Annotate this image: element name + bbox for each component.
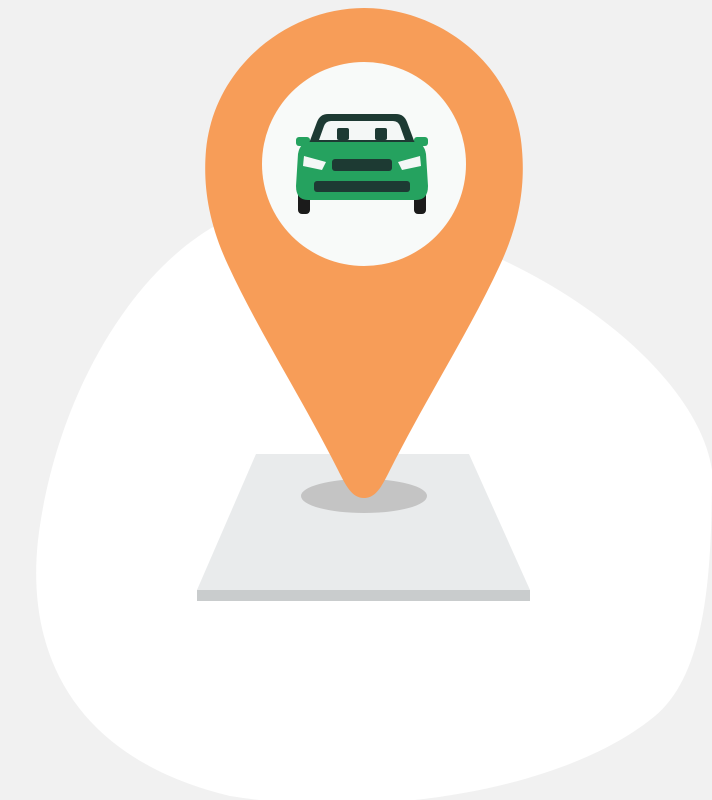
illustration-canvas [36, 8, 712, 800]
location-illustration [0, 0, 712, 800]
car-icon [296, 114, 428, 214]
